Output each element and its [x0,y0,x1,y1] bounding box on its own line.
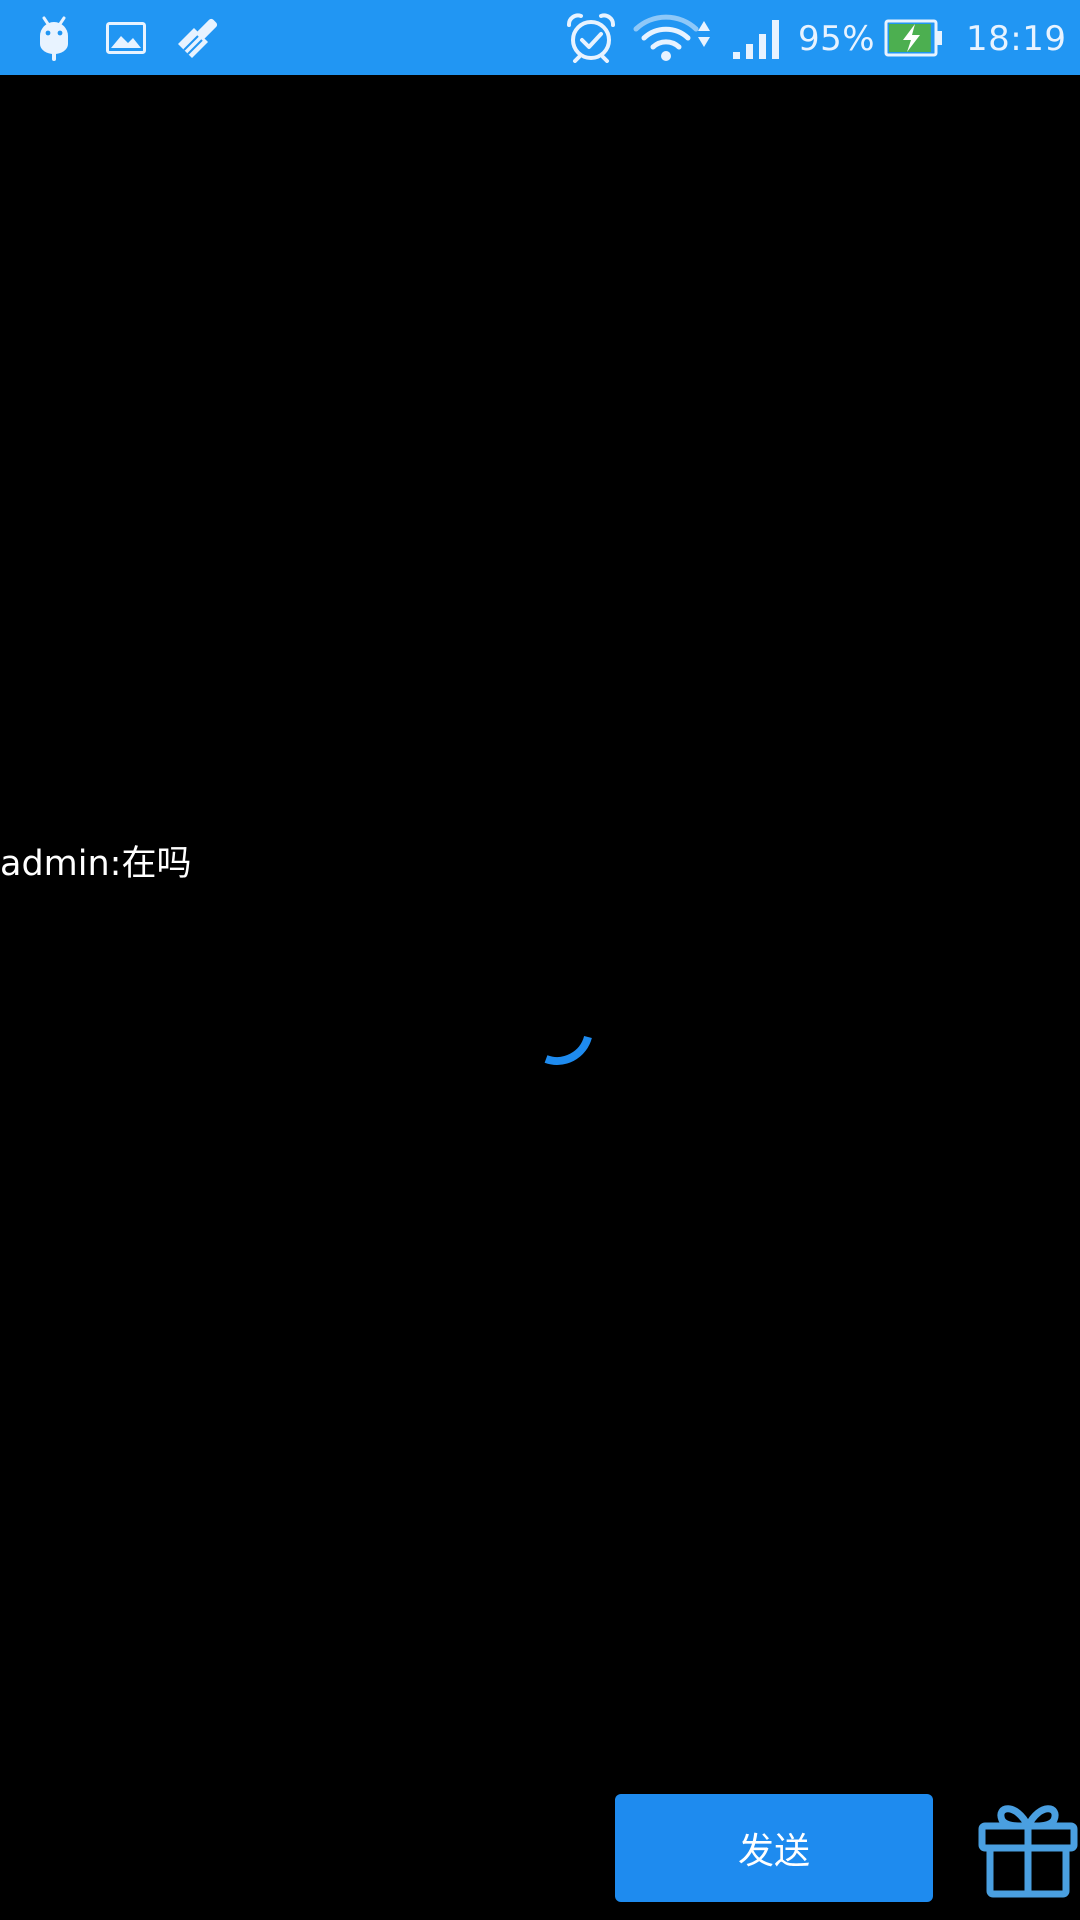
battery-charging-icon [884,0,944,75]
image-notification-icon [106,0,146,75]
status-time: 18:19 [966,19,1067,59]
cellular-signal-icon [730,0,786,75]
chat-message: admin:在吗 [0,842,191,886]
status-bar: 95% 18:19 [0,0,1080,75]
message-separator: : [109,844,122,884]
alarm-clock-icon [564,0,618,75]
send-button[interactable]: 发送 [615,1794,933,1902]
chat-screen: 95% 18:19 admin:在吗 发送 [0,0,1080,1920]
message-sender: admin [0,844,110,884]
message-text: 在吗 [121,844,192,884]
gift-button[interactable] [976,1796,1080,1900]
battery-percent-text: 95% [798,19,876,59]
android-debug-icon [36,0,72,75]
wifi-data-activity-icon [632,0,716,75]
gift-icon [978,1805,1078,1898]
cleaner-brush-icon [172,0,224,75]
loading-spinner-icon [544,1035,592,1065]
